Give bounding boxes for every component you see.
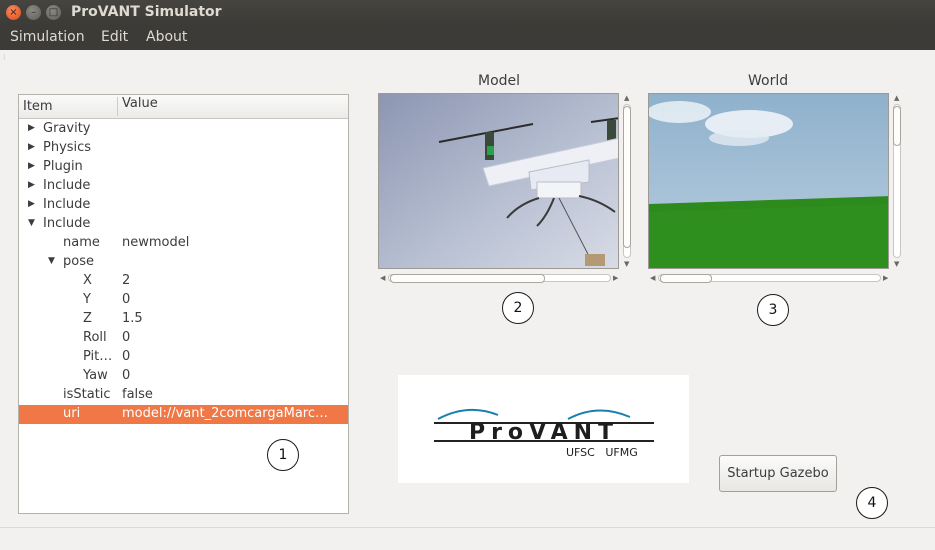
model-panel-label: Model [478,73,521,89]
minimize-icon: – [31,6,36,18]
tree-item-label: Y [83,292,91,307]
tree-item-label: name [63,235,100,250]
collapsed-arrow-icon[interactable]: ▶ [28,161,35,171]
tree-row[interactable]: ▶ Physics [19,139,348,158]
tree-row[interactable]: Z 1.5 [19,310,348,329]
column-header-item[interactable]: Item [23,99,53,114]
column-header-value[interactable]: Value [122,96,158,111]
tree-item-label: Roll [83,330,107,345]
tree-row[interactable]: isStatic false [19,386,348,405]
callout-2: 2 [502,292,534,324]
scroll-left-arrow-icon[interactable]: ◀ [650,274,655,282]
tree-item-label: Include [43,178,91,193]
close-icon: × [9,6,18,18]
tree-item-label: uri [63,406,81,421]
scroll-thumb[interactable] [660,274,712,283]
provant-logo: ProVANT UFSC UFMG [398,375,689,483]
scroll-thumb[interactable] [623,106,631,248]
scroll-right-arrow-icon[interactable]: ▶ [613,274,618,282]
scroll-up-arrow-icon[interactable]: ▲ [624,94,629,102]
world-vertical-scrollbar[interactable]: ▲ ▼ [891,94,903,270]
startup-gazebo-button[interactable]: Startup Gazebo [719,455,837,492]
collapsed-arrow-icon[interactable]: ▶ [28,180,35,190]
scroll-left-arrow-icon[interactable]: ◀ [380,274,385,282]
tree-item-value[interactable]: 0 [122,349,130,364]
tree-item-value[interactable]: 1.5 [122,311,143,326]
tree-row[interactable]: name newmodel [19,234,348,253]
scroll-down-arrow-icon[interactable]: ▼ [894,260,899,268]
tree-item-label: Z [83,311,92,326]
tree-row[interactable]: ▶ Include [19,196,348,215]
callout-1: 1 [267,439,299,471]
tree-item-label: Include [43,216,91,231]
tree-header: Item Value [19,95,348,119]
tree-row[interactable]: ▶ Plugin [19,158,348,177]
tree-item-label: X [83,273,92,288]
collapsed-arrow-icon[interactable]: ▶ [28,142,35,152]
tree-row[interactable]: Yaw 0 [19,367,348,386]
tree-item-value[interactable]: 2 [122,273,130,288]
status-bar [0,527,935,550]
column-separator[interactable] [117,97,118,116]
collapsed-arrow-icon[interactable]: ▶ [28,123,35,133]
menu-simulation[interactable]: Simulation [10,29,85,45]
tree-item-label: isStatic [63,387,111,402]
window-title: ProVANT Simulator [71,4,222,20]
title-bar: × – □ ProVANT Simulator [0,0,935,26]
collapsed-arrow-icon[interactable]: ▶ [28,199,35,209]
scroll-thumb[interactable] [390,274,545,283]
tree-item-value[interactable]: newmodel [122,235,189,250]
maximize-icon: □ [48,6,59,18]
tree-item-value[interactable]: 0 [122,330,130,345]
world-render-image [649,94,888,268]
menu-about[interactable]: About [146,29,187,45]
tree-item-label: Include [43,197,91,212]
world-panel-label: World [748,73,789,89]
model-render-image [379,94,618,268]
scroll-up-arrow-icon[interactable]: ▲ [894,94,899,102]
maximize-window-button[interactable]: □ [46,5,61,20]
tree-item-label: Yaw [83,368,108,383]
logo-subtitle: UFSC UFMG [566,446,638,459]
close-window-button[interactable]: × [6,5,21,20]
tree-row[interactable]: ▶ Gravity [19,120,348,139]
scroll-down-arrow-icon[interactable]: ▼ [624,260,629,268]
scroll-thumb[interactable] [893,106,901,146]
scroll-right-arrow-icon[interactable]: ▶ [883,274,888,282]
callout-3: 3 [757,294,789,326]
tree-item-label: Gravity [43,121,91,136]
model-vertical-scrollbar[interactable]: ▲ ▼ [621,94,633,270]
tree-item-value[interactable]: 0 [122,292,130,307]
tree-row[interactable]: Roll 0 [19,329,348,348]
tree-item-label: Plugin [43,159,83,174]
tree-row[interactable]: Pit… 0 [19,348,348,367]
world-horizontal-scrollbar[interactable]: ◀ ▶ [648,272,891,284]
world-viewport[interactable] [648,93,889,269]
tree-item-label: pose [63,254,94,269]
tree-item-value[interactable]: false [122,387,153,402]
tree-item-label: Physics [43,140,92,155]
tree-row[interactable]: ▼ Include [19,215,348,234]
model-viewport[interactable] [378,93,619,269]
minimize-window-button[interactable]: – [26,5,41,20]
model-horizontal-scrollbar[interactable]: ◀ ▶ [378,272,621,284]
tree-item-label: Pit… [83,349,113,364]
tree-item-value[interactable]: 0 [122,368,130,383]
config-tree[interactable]: Item Value ▶ Gravity ▶ Physics ▶ Plugin ▶ Inclu… [18,94,349,514]
expanded-arrow-icon[interactable]: ▼ [28,218,35,228]
menu-bar: Simulation Edit About [0,26,935,50]
tree-row[interactable]: ▼ pose [19,253,348,272]
menu-edit[interactable]: Edit [101,29,128,45]
toolbar-grip-icon[interactable]: ⁝ [3,53,6,62]
callout-4: 4 [856,487,888,519]
tree-item-value[interactable]: model://vant_2comcargaMarc… [122,406,328,421]
logo-wordmark: ProVANT [468,420,620,445]
tree-row[interactable]: uri model://vant_2comcargaMarc… [19,405,348,424]
tree-row[interactable]: X2 [19,272,348,291]
expanded-arrow-icon[interactable]: ▼ [48,256,55,266]
tree-row[interactable]: ▶ Include [19,177,348,196]
tree-row[interactable]: Y0 [19,291,348,310]
